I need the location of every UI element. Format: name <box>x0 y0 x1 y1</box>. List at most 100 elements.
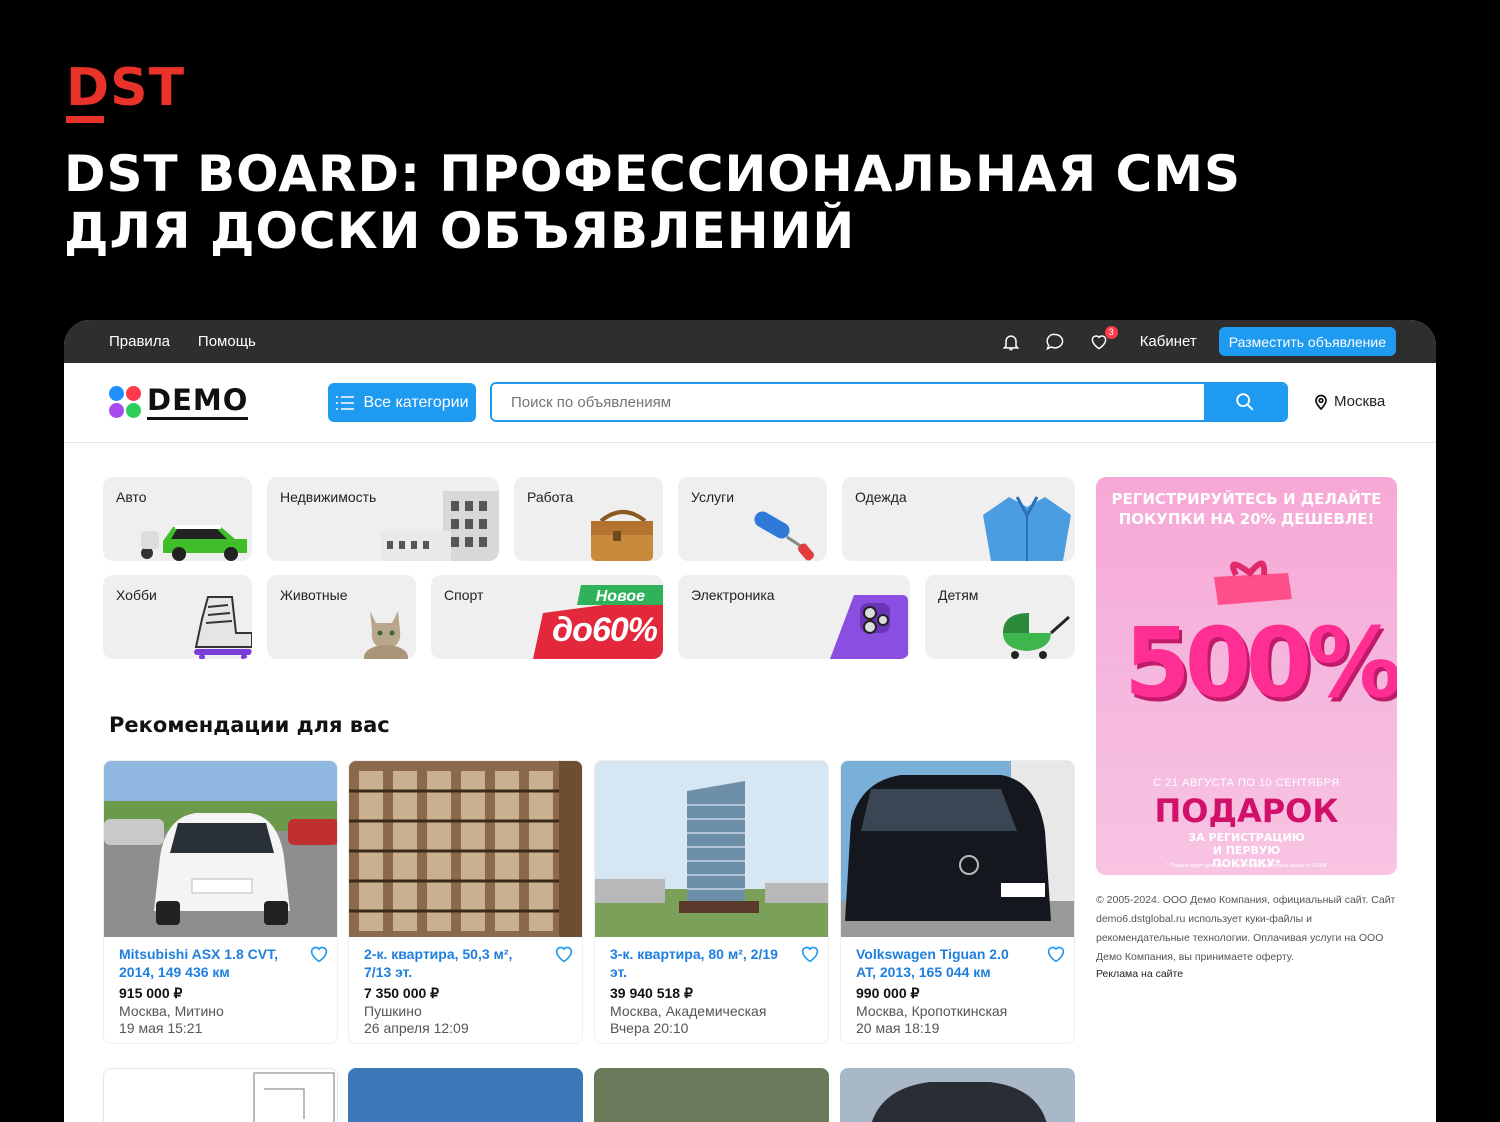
listing-location: Пушкино <box>364 1003 422 1019</box>
category-label: Хобби <box>116 587 157 603</box>
category-label: Работа <box>527 489 574 505</box>
ads-link[interactable]: Реклама на сайте <box>1096 968 1183 980</box>
skate-icon <box>194 596 252 659</box>
city-selector[interactable]: Москва <box>1314 393 1385 410</box>
listing-title[interactable]: 3-к. квартира, 80 м², 2/19 эт. <box>610 945 813 983</box>
all-categories-button[interactable]: Все категории <box>328 383 476 422</box>
listing-location: Москва, Кропоткинская <box>856 1003 1008 1019</box>
category-hobby[interactable]: Хобби <box>103 575 252 659</box>
top-bar: Правила Помощь 3 Кабинет Разместить объя… <box>64 320 1436 363</box>
search-button[interactable] <box>1204 384 1286 420</box>
promo-gift: ПОДАРОК <box>1154 792 1339 830</box>
promo-badge: Новое <box>595 588 645 605</box>
listing-price: 39 940 518 ₽ <box>610 985 693 1001</box>
listing-card[interactable]: Volkswagen Tiguan 2.0 AT, 2013, 165 044 … <box>840 760 1075 1044</box>
category-services[interactable]: Услуги <box>678 477 827 561</box>
category-label: Детям <box>938 587 979 603</box>
listing-date: 26 апреля 12:09 <box>364 1020 469 1036</box>
list-icon <box>336 395 355 410</box>
favorites-badge: 3 <box>1104 325 1118 339</box>
search-icon <box>1236 393 1254 411</box>
chat-icon[interactable] <box>1044 331 1066 353</box>
category-animals[interactable]: Животные <box>267 575 416 659</box>
demo-logo[interactable]: DEMO <box>109 385 249 420</box>
search-bar <box>490 382 1288 422</box>
category-realty[interactable]: Недвижимость <box>267 477 499 561</box>
cat-icon <box>364 611 408 659</box>
listing-card[interactable]: 2-к. квартира, 50,3 м², 7/13 эт. 7 350 0… <box>348 760 583 1044</box>
building-icon <box>381 491 499 561</box>
car-icon <box>141 525 247 561</box>
category-label: Животные <box>280 587 348 603</box>
recommendations-title: Рекомендации для вас <box>109 713 390 737</box>
headline-line-2: ДЛЯ ДОСКИ ОБЪЯВЛЕНИЙ <box>64 202 856 260</box>
bell-icon[interactable] <box>1000 331 1022 353</box>
category-label: Недвижимость <box>280 489 377 505</box>
category-label: Услуги <box>691 489 735 505</box>
favorite-heart-icon[interactable] <box>554 945 574 963</box>
category-electronics[interactable]: Электроника <box>678 575 910 659</box>
post-ad-button[interactable]: Разместить объявление <box>1218 327 1396 356</box>
promo-text: до60% <box>552 611 658 649</box>
rules-link[interactable]: Правила <box>109 333 170 350</box>
help-link[interactable]: Помощь <box>198 333 256 350</box>
category-sport[interactable]: Спорт Новое до60% <box>431 575 663 659</box>
demo-logo-text: DEMO <box>147 385 249 420</box>
favorite-heart-icon[interactable] <box>800 945 820 963</box>
listing-location: Москва, Академическая <box>610 1003 767 1019</box>
dst-logo: DST <box>66 58 192 124</box>
listing-date: 20 мая 18:19 <box>856 1020 940 1036</box>
listing-date: 19 мая 15:21 <box>119 1020 203 1036</box>
logo-dots-icon <box>109 385 143 420</box>
dst-logo-text: DST <box>66 58 186 118</box>
category-label: Электроника <box>691 587 775 603</box>
category-auto[interactable]: Авто <box>103 477 252 561</box>
site-screenshot: Правила Помощь 3 Кабинет Разместить объя… <box>64 320 1436 1122</box>
stroller-icon <box>1003 613 1070 659</box>
all-categories-label: Все категории <box>363 393 469 411</box>
listing-photo <box>841 761 1074 937</box>
category-label: Спорт <box>444 587 484 603</box>
listing-card-partial[interactable] <box>348 1068 583 1122</box>
category-label: Авто <box>116 489 147 505</box>
shirt-icon <box>983 496 1071 561</box>
listing-price: 990 000 ₽ <box>856 985 920 1001</box>
listing-card-partial[interactable] <box>103 1068 338 1122</box>
heart-icon[interactable]: 3 <box>1088 325 1118 353</box>
category-grid: Авто Недвижимость Работа Услуги Одежда Х… <box>103 477 1075 661</box>
listing-price: 915 000 ₽ <box>119 985 183 1001</box>
listing-card-partial[interactable] <box>594 1068 829 1122</box>
promo-headline: РЕГИСТРИРУЙТЕСЬ И ДЕЛАЙТЕ ПОКУПКИ НА 20%… <box>1111 490 1382 528</box>
city-label: Москва <box>1334 393 1386 410</box>
promo-dates: С 21 АВГУСТА ПО 10 СЕНТЯБРЯ <box>1153 777 1340 789</box>
listing-card[interactable]: Mitsubishi ASX 1.8 CVT, 2014, 149 436 км… <box>103 760 338 1044</box>
cabinet-link[interactable]: Кабинет <box>1140 333 1197 350</box>
promo-banner[interactable]: РЕГИСТРИРУЙТЕСЬ И ДЕЛАЙТЕ ПОКУПКИ НА 20%… <box>1096 477 1397 875</box>
listing-card[interactable]: 3-к. квартира, 80 м², 2/19 эт. 39 940 51… <box>594 760 829 1044</box>
roller-icon <box>754 511 814 561</box>
page-headline: DST BOARD: ПРОФЕССИОНАЛЬНАЯ CMS ДЛЯ ДОСК… <box>64 146 1364 260</box>
category-kids[interactable]: Детям <box>925 575 1075 659</box>
listing-photo <box>349 761 582 937</box>
phone-icon <box>830 595 908 659</box>
bag-icon <box>591 510 653 561</box>
footer-copyright: © 2005-2024. ООО Демо Компания, официаль… <box>1096 894 1396 963</box>
listing-photo <box>104 761 337 937</box>
favorite-heart-icon[interactable] <box>309 945 329 963</box>
promo-fine-print: * Подарок будет доступен с 10 сентября д… <box>1166 863 1327 869</box>
favorite-heart-icon[interactable] <box>1046 945 1066 963</box>
dst-logo-bar <box>66 116 104 123</box>
listing-date: Вчера 20:10 <box>610 1020 689 1036</box>
location-pin-icon <box>1315 394 1327 410</box>
category-jobs[interactable]: Работа <box>514 477 663 561</box>
search-input[interactable] <box>492 384 1204 420</box>
gift-icon <box>1214 560 1292 605</box>
listing-price: 7 350 000 ₽ <box>364 985 440 1001</box>
category-clothes[interactable]: Одежда <box>842 477 1075 561</box>
headline-line-1: DST BOARD: ПРОФЕССИОНАЛЬНАЯ CMS <box>64 145 1241 203</box>
listing-title[interactable]: 2-к. квартира, 50,3 м², 7/13 эт. <box>364 945 567 983</box>
listing-title[interactable]: Mitsubishi ASX 1.8 CVT, 2014, 149 436 км <box>119 945 322 983</box>
listing-title[interactable]: Volkswagen Tiguan 2.0 AT, 2013, 165 044 … <box>856 945 1059 983</box>
promo-amount: 500% <box>1124 607 1397 719</box>
listing-card-partial[interactable] <box>840 1068 1075 1122</box>
